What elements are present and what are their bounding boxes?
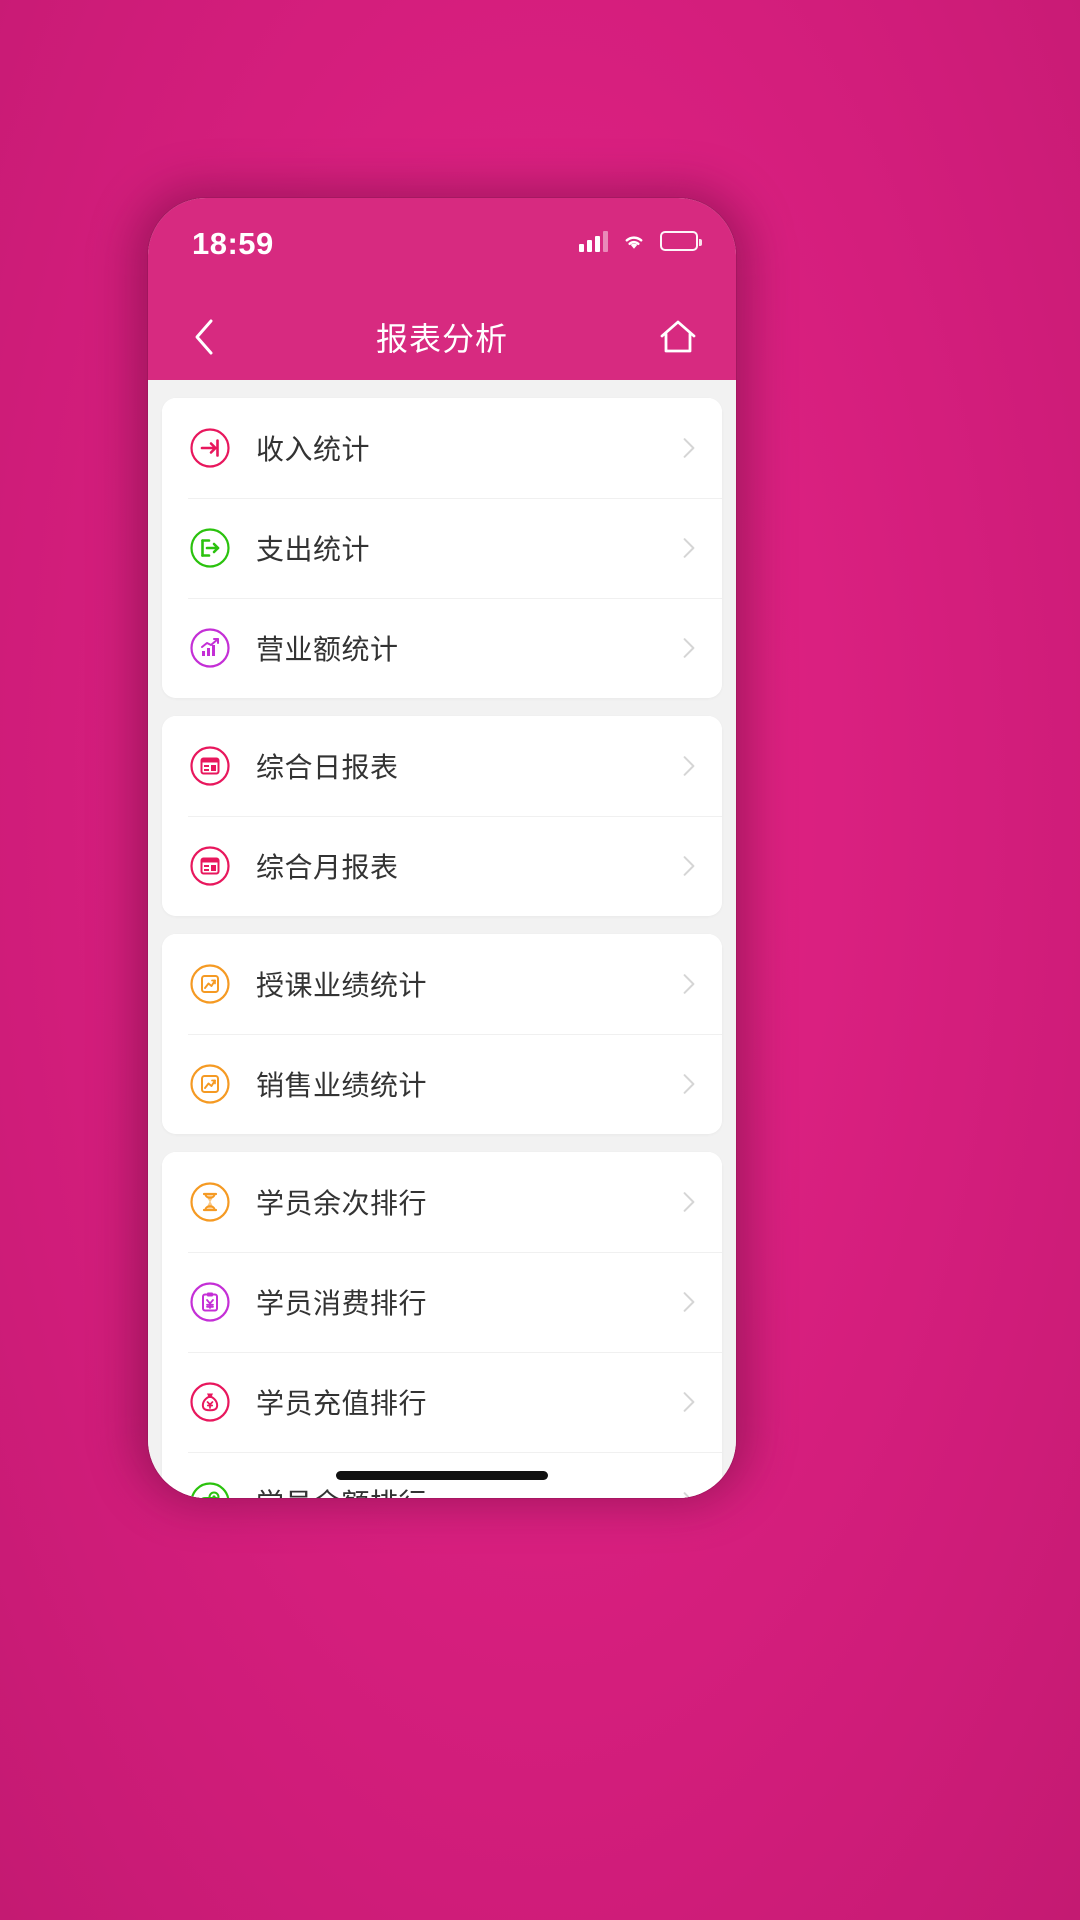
list-item-student-recharge[interactable]: 学员充值排行: [162, 1352, 722, 1452]
status-time: 18:59: [192, 226, 274, 261]
home-indicator-bar[interactable]: [336, 1471, 548, 1480]
list-item-label: 学员余次排行: [256, 1188, 428, 1219]
list-item-label: 授课业绩统计: [256, 970, 428, 1001]
list-item-label: 销售业绩统计: [256, 1070, 428, 1101]
list-item-student-remaining-sessions[interactable]: 学员余次排行: [162, 1152, 722, 1252]
sales-performance-icon: [188, 1062, 232, 1106]
chevron-left-icon: [195, 319, 213, 355]
income-arrow-in-icon: [188, 426, 232, 470]
hourglass-icon: [188, 1180, 232, 1224]
list-item-income-statistics[interactable]: 收入统计: [162, 398, 722, 498]
chevron-right-icon: [683, 856, 695, 876]
expense-arrow-out-icon: [188, 526, 232, 570]
chevron-right-icon: [683, 1292, 695, 1312]
home-icon: [660, 320, 696, 353]
group-performance: 授课业绩统计 销售业绩统计: [162, 934, 722, 1134]
clipboard-money-icon: [188, 1280, 232, 1324]
nav-bar: 报表分析: [148, 294, 736, 380]
list-item-student-consumption[interactable]: 学员消费排行: [162, 1252, 722, 1352]
list-item-monthly-report[interactable]: 综合月报表: [162, 816, 722, 916]
chevron-right-icon: [683, 756, 695, 776]
chevron-right-icon: [683, 1074, 695, 1094]
list-item-label: 收入统计: [256, 434, 371, 465]
list-item-label: 学员余额排行: [256, 1482, 678, 1498]
phone-frame: 18:59 报表分析 收入统计 支出统计 营业额统计 综合日报表 综合月报表 授…: [134, 188, 750, 1504]
list-item-sales-performance[interactable]: 销售业绩统计: [162, 1034, 722, 1134]
monthly-report-icon: [188, 844, 232, 888]
group-statistics: 收入统计 支出统计 营业额统计: [162, 398, 722, 698]
list-item-teaching-performance[interactable]: 授课业绩统计: [162, 934, 722, 1034]
list-item-label: 学员消费排行: [256, 1288, 428, 1319]
group-student-rankings: 学员余次排行 学员消费排行 学员充值排行: [162, 1152, 722, 1498]
group-reports: 综合日报表 综合月报表: [162, 716, 722, 916]
list-item-turnover-statistics[interactable]: 营业额统计: [162, 598, 722, 698]
chevron-right-icon: [683, 1192, 695, 1212]
chevron-right-icon: [683, 638, 695, 658]
daily-report-icon: [188, 744, 232, 788]
status-icons: [579, 230, 702, 252]
home-button[interactable]: [650, 309, 706, 365]
chevron-right-icon: [683, 438, 695, 458]
money-bag-icon: [188, 1380, 232, 1424]
signal-bars-icon: [579, 230, 608, 252]
list-item-label: 营业额统计: [256, 634, 399, 665]
battery-icon: [660, 231, 702, 251]
list-item-label: 综合月报表: [256, 852, 399, 883]
trend-chart-icon: [188, 626, 232, 670]
wifi-icon: [625, 236, 643, 249]
chevron-right-icon: [683, 1492, 691, 1498]
page-title: 报表分析: [375, 321, 508, 357]
list-item-expense-statistics[interactable]: 支出统计: [162, 498, 722, 598]
teaching-performance-icon: [188, 962, 232, 1006]
wallet-icon: [188, 1480, 232, 1498]
phone-screen: 18:59 报表分析 收入统计 支出统计 营业额统计 综合日报表 综合月报表 授…: [148, 198, 736, 1498]
list-item-label: 综合日报表: [256, 752, 399, 783]
list-item-daily-report[interactable]: 综合日报表: [162, 716, 722, 816]
chevron-right-icon: [683, 1392, 695, 1412]
back-button[interactable]: [176, 309, 232, 365]
chevron-right-icon: [683, 538, 695, 558]
list-item-label: 支出统计: [256, 534, 371, 565]
report-list[interactable]: 收入统计 支出统计 营业额统计 综合日报表 综合月报表 授课业绩统计 销售业绩统…: [148, 380, 736, 1498]
list-item-label: 学员充值排行: [256, 1388, 428, 1419]
status-bar: 18:59: [148, 198, 736, 294]
chevron-right-icon: [683, 974, 695, 994]
